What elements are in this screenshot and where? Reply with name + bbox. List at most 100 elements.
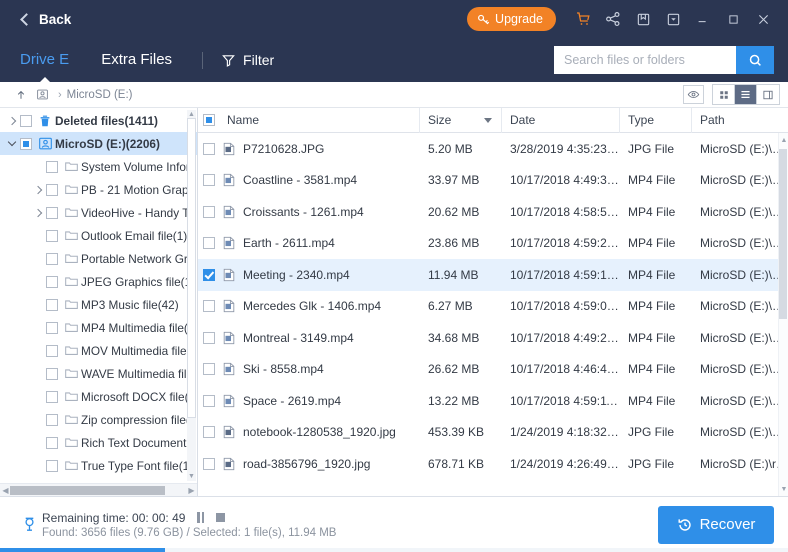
file-row[interactable]: notebook-1280538_1920.jpg 453.39 KB 1/24/2… bbox=[198, 417, 788, 449]
tree-item-checkbox[interactable] bbox=[46, 436, 58, 449]
arrow-up-icon[interactable] bbox=[10, 89, 32, 101]
column-header-date[interactable]: Date bbox=[502, 107, 620, 133]
file-row-checkbox-cell[interactable] bbox=[198, 237, 219, 250]
tree-horizontal-scrollbar[interactable]: ◀ ▶ bbox=[0, 483, 197, 496]
file-row[interactable]: Croissants - 1261.mp4 20.62 MB 10/17/2018 … bbox=[198, 196, 788, 228]
device-icon[interactable] bbox=[36, 88, 49, 101]
tree-item[interactable]: MicroSD (E:)(2206) bbox=[0, 132, 197, 155]
cart-icon[interactable] bbox=[568, 4, 598, 34]
tree-item[interactable]: MP4 Multimedia file(4 bbox=[0, 316, 197, 339]
column-header-path[interactable]: Path bbox=[692, 108, 788, 133]
file-row[interactable]: Space - 2619.mp4 13.22 MB 10/17/2018 4:59:… bbox=[198, 385, 788, 417]
file-row[interactable]: Mercedes Glk - 1406.mp4 6.27 MB 10/17/2018… bbox=[198, 291, 788, 323]
file-row-checkbox[interactable] bbox=[203, 300, 215, 313]
upgrade-button[interactable]: Upgrade bbox=[467, 7, 556, 31]
tree-vertical-scrollbar[interactable]: ▲ ▼ bbox=[187, 110, 196, 481]
tree-item-checkbox[interactable] bbox=[46, 390, 58, 403]
close-icon[interactable] bbox=[748, 4, 778, 34]
tree-item[interactable]: MP3 Music file(42) bbox=[0, 293, 197, 316]
file-row-checkbox-cell[interactable] bbox=[198, 394, 219, 407]
pause-button[interactable] bbox=[197, 512, 205, 523]
dropdown-icon[interactable] bbox=[658, 4, 688, 34]
chevron-right-icon[interactable] bbox=[4, 116, 20, 125]
tree-item[interactable]: JPEG Graphics file(17) bbox=[0, 270, 197, 293]
tree-item[interactable]: True Type Font file(19) bbox=[0, 454, 197, 477]
list-scroll-thumb[interactable] bbox=[779, 149, 787, 319]
feedback-icon[interactable] bbox=[628, 4, 658, 34]
file-row-checkbox[interactable] bbox=[203, 174, 215, 187]
file-row-checkbox-cell[interactable] bbox=[198, 363, 219, 376]
tree-item-checkbox[interactable] bbox=[20, 114, 32, 127]
file-row-checkbox-cell[interactable] bbox=[198, 142, 219, 155]
tree-item-checkbox[interactable] bbox=[46, 206, 58, 219]
file-row-checkbox[interactable] bbox=[203, 363, 215, 376]
tree-item[interactable]: MOV Multimedia file(5 bbox=[0, 339, 197, 362]
column-header-name[interactable]: Name bbox=[219, 107, 420, 133]
chevron-right-icon[interactable] bbox=[30, 208, 46, 217]
tree-item[interactable]: Deleted files(1411) bbox=[0, 109, 197, 132]
search-input[interactable] bbox=[554, 46, 736, 74]
tree-item[interactable]: Rich Text Document(1) bbox=[0, 431, 197, 454]
share-icon[interactable] bbox=[598, 4, 628, 34]
stop-button[interactable] bbox=[216, 513, 226, 522]
file-row-checkbox-cell[interactable] bbox=[198, 205, 219, 218]
file-row-checkbox-cell[interactable] bbox=[198, 426, 219, 439]
tree-item[interactable]: Portable Network Grap bbox=[0, 247, 197, 270]
file-row-checkbox[interactable] bbox=[203, 394, 215, 407]
file-row-checkbox[interactable] bbox=[203, 426, 215, 439]
tab-extra-files[interactable]: Extra Files bbox=[99, 49, 174, 72]
list-vertical-scrollbar[interactable]: ▲ ▼ bbox=[778, 133, 788, 496]
file-row-checkbox[interactable] bbox=[203, 457, 215, 470]
file-row[interactable]: road-3856796_1920.jpg 678.71 KB 1/24/2019 … bbox=[198, 448, 788, 480]
chevron-right-icon[interactable] bbox=[30, 185, 46, 194]
maximize-icon[interactable] bbox=[718, 4, 748, 34]
tree-item-checkbox[interactable] bbox=[46, 275, 58, 288]
tree-item-checkbox[interactable] bbox=[46, 160, 58, 173]
list-scroll-down-icon[interactable]: ▼ bbox=[780, 484, 788, 494]
chevron-down-icon[interactable] bbox=[4, 137, 20, 148]
list-view-icon[interactable] bbox=[735, 85, 757, 104]
sort-descending-icon[interactable] bbox=[484, 117, 492, 123]
file-row[interactable]: Coastline - 3581.mp4 33.97 MB 10/17/2018 4… bbox=[198, 165, 788, 197]
detail-view-icon[interactable] bbox=[757, 85, 779, 104]
file-row-checkbox-cell[interactable] bbox=[198, 457, 219, 470]
tree-scroll-thumb[interactable] bbox=[187, 118, 196, 418]
minimize-icon[interactable] bbox=[688, 4, 718, 34]
file-row[interactable]: Earth - 2611.mp4 23.86 MB 10/17/2018 4:59:… bbox=[198, 228, 788, 260]
search-button[interactable] bbox=[736, 46, 774, 74]
tree-item[interactable]: Outlook Email file(1) bbox=[0, 224, 197, 247]
tree-item[interactable]: Microsoft DOCX file(1) bbox=[0, 385, 197, 408]
scroll-down-icon[interactable]: ▼ bbox=[188, 473, 195, 480]
file-row[interactable]: Montreal - 3149.mp4 34.68 MB 10/17/2018 4:… bbox=[198, 322, 788, 354]
file-row-checkbox-cell[interactable] bbox=[198, 174, 219, 187]
file-row-checkbox[interactable] bbox=[203, 142, 215, 155]
filter-button[interactable]: Filter bbox=[221, 52, 274, 68]
tree-item[interactable]: VideoHive - Handy Tra bbox=[0, 201, 197, 224]
scroll-up-icon[interactable]: ▲ bbox=[188, 111, 195, 118]
file-row-checkbox[interactable] bbox=[203, 205, 215, 218]
column-header-type[interactable]: Type bbox=[620, 107, 692, 133]
file-row-checkbox-cell[interactable] bbox=[198, 331, 219, 344]
tree-item[interactable]: PB - 21 Motion Graphi bbox=[0, 178, 197, 201]
file-row[interactable]: Ski - 8558.mp4 26.62 MB 10/17/2018 4:46:40… bbox=[198, 354, 788, 386]
tree-item-checkbox[interactable] bbox=[20, 137, 32, 150]
tree-item-checkbox[interactable] bbox=[46, 367, 58, 380]
file-row[interactable]: Meeting - 2340.mp4 11.94 MB 10/17/2018 4:5… bbox=[198, 259, 788, 291]
tree-item-checkbox[interactable] bbox=[46, 344, 58, 357]
tree-item[interactable]: WAVE Multimedia file( bbox=[0, 362, 197, 385]
file-row-checkbox[interactable] bbox=[203, 268, 215, 281]
tab-drive-e[interactable]: Drive E bbox=[18, 49, 71, 72]
scroll-right-icon[interactable]: ▶ bbox=[187, 486, 196, 495]
tree-item-checkbox[interactable] bbox=[46, 298, 58, 311]
preview-eye-icon[interactable] bbox=[683, 85, 704, 104]
tree-item-checkbox[interactable] bbox=[46, 459, 58, 472]
tree-item-checkbox[interactable] bbox=[46, 321, 58, 334]
tree-item-checkbox[interactable] bbox=[46, 183, 58, 196]
tree-hscroll-thumb[interactable] bbox=[10, 486, 165, 495]
file-row-checkbox-cell[interactable] bbox=[198, 300, 219, 313]
breadcrumb-path[interactable]: MicroSD (E:) bbox=[67, 89, 133, 101]
recover-button[interactable]: Recover bbox=[658, 505, 774, 544]
tree-item-checkbox[interactable] bbox=[46, 252, 58, 265]
tree-item[interactable]: Zip compression file(2 bbox=[0, 408, 197, 431]
scroll-left-icon[interactable]: ◀ bbox=[1, 486, 10, 495]
